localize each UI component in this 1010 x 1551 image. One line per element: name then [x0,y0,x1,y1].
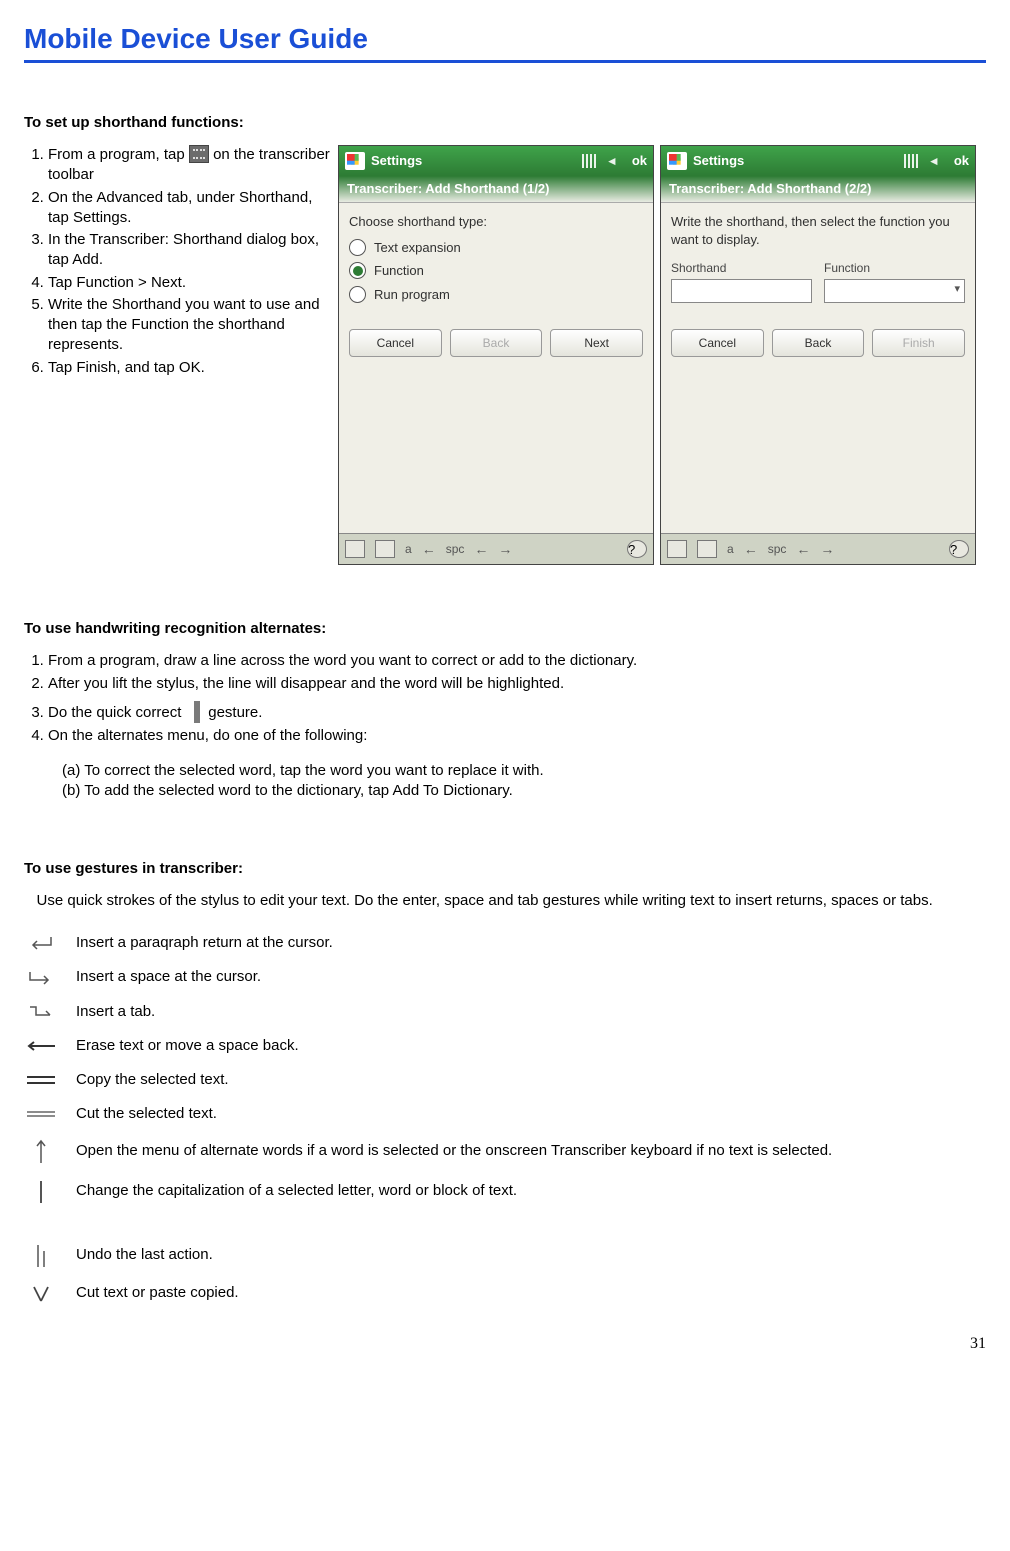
input-toolbar: a ← spc ← → ? [339,533,653,564]
section2-steps-cont: Do the quick correct gesture. On the alt… [24,702,986,746]
shorthand-input[interactable] [671,279,812,303]
back-button[interactable]: Back [772,329,865,357]
enter-gesture-icon [24,935,58,951]
start-icon[interactable] [667,152,687,170]
gesture-desc: Copy the selected text. [76,1070,229,1090]
gesture-desc: Open the menu of alternate words if a wo… [76,1141,832,1161]
toolbar-a[interactable]: a [405,541,412,557]
back-button: Back [450,329,543,357]
input-toolbar: a ← spc ← → ? [661,533,975,564]
page-title: Mobile Device User Guide [24,20,986,63]
radio-run-program[interactable]: Run program [349,286,643,304]
gesture-desc: Insert a paraqraph return at the cursor. [76,933,333,953]
keyboard-icon [189,145,209,163]
gesture-desc: Cut text or paste copied. [76,1283,239,1303]
radio-icon [349,286,366,303]
list-item: On the Advanced tab, under Shorthand, ta… [48,188,330,229]
ok-button[interactable]: ok [954,152,969,170]
gesture-desc: Cut the selected text. [76,1104,217,1124]
toolbar-a[interactable]: a [727,541,734,557]
volume-icon [604,154,620,168]
list-item: Tap Finish, and tap OK. [48,358,330,378]
arrow-right-icon[interactable]: → [820,540,834,559]
list-item: On the alternates menu, do one of the fo… [48,726,986,746]
help-icon[interactable]: ? [949,540,969,558]
section2-sublist: (a) To correct the selected word, tap th… [24,761,986,802]
screenshot-add-shorthand-2: Settings ok Transcriber: Add Shorthand (… [660,145,976,565]
gesture-desc: Erase text or move a space back. [76,1036,299,1056]
toolbar-spc[interactable]: spc [768,541,787,557]
tab-gesture-icon [24,1004,58,1020]
finish-button: Finish [872,329,965,357]
titlebar: Settings ok [339,146,653,176]
radio-icon [349,262,366,279]
arrow-right-icon[interactable]: → [498,540,512,559]
radio-icon [349,239,366,256]
shorthand-label: Shorthand [671,260,812,276]
list-item: Tap Function > Next. [48,273,330,293]
radio-text-expansion[interactable]: Text expansion [349,239,643,257]
alternates-gesture-icon [24,1139,58,1165]
cancel-button[interactable]: Cancel [349,329,442,357]
radio-label: Function [374,262,424,280]
ok-button[interactable]: ok [632,152,647,170]
paste-gesture-icon [24,1283,58,1303]
arrow-left-icon[interactable]: ← [474,540,488,559]
section1-heading: To set up shorthand functions: [24,113,986,133]
arrow-left-icon[interactable]: ← [744,540,758,559]
toolbar-spc[interactable]: spc [446,541,465,557]
list-item: From a program, draw a line across the w… [48,651,986,671]
toolbar-icon[interactable] [667,540,687,558]
toolbar-icon[interactable] [375,540,395,558]
section1-steps: From a program, tap on the transcriber t… [24,145,330,378]
list-item: Do the quick correct gesture. [48,702,986,724]
prompt-text: Choose shorthand type: [349,213,643,231]
copy-gesture-icon [24,1073,58,1087]
function-select[interactable] [824,279,965,303]
quick-correct-gesture-icon [194,701,200,723]
volume-icon [926,154,942,168]
list-item: After you lift the stylus, the line will… [48,674,986,694]
help-icon[interactable]: ? [627,540,647,558]
arrow-left-icon[interactable]: ← [796,540,810,559]
arrow-left-icon[interactable]: ← [422,540,436,559]
section2-heading: To use handwriting recognition alternate… [24,619,986,639]
list-item: Write the Shorthand you want to use and … [48,295,330,356]
radio-label: Text expansion [374,239,461,257]
space-gesture-icon [24,969,58,985]
case-gesture-icon [24,1179,58,1205]
list-item: (b) To add the selected word to the dict… [62,781,986,801]
dialog-subtitle: Transcriber: Add Shorthand (1/2) [339,176,653,203]
toolbar-icon[interactable] [697,540,717,558]
section3-intro: Use quick strokes of the stylus to edit … [24,891,986,911]
backspace-gesture-icon [24,1040,58,1052]
page-number: 31 [24,1333,986,1355]
radio-function[interactable]: Function [349,262,643,280]
screenshot-add-shorthand-1: Settings ok Transcriber: Add Shorthand (… [338,145,654,565]
dialog-subtitle: Transcriber: Add Shorthand (2/2) [661,176,975,203]
prompt-text: Write the shorthand, then select the fun… [671,213,965,248]
list-item: (a) To correct the selected word, tap th… [62,761,986,781]
start-icon[interactable] [345,152,365,170]
gesture-desc: Undo the last action. [76,1245,213,1265]
section3-heading: To use gestures in transcriber: [24,859,986,879]
next-button[interactable]: Next [550,329,643,357]
list-item: From a program, tap on the transcriber t… [48,145,330,186]
signal-icon [904,154,920,168]
function-label: Function [824,260,965,276]
gesture-desc: Insert a tab. [76,1002,155,1022]
section2-steps: From a program, draw a line across the w… [24,651,986,694]
titlebar-text: Settings [371,152,422,170]
gesture-desc: Insert a space at the cursor. [76,967,261,987]
titlebar-text: Settings [693,152,744,170]
list-item: In the Transcriber: Shorthand dialog box… [48,230,330,271]
undo-gesture-icon [24,1243,58,1269]
toolbar-icon[interactable] [345,540,365,558]
cancel-button[interactable]: Cancel [671,329,764,357]
gesture-desc: Change the capitalization of a selected … [76,1181,517,1201]
titlebar: Settings ok [661,146,975,176]
radio-label: Run program [374,286,450,304]
signal-icon [582,154,598,168]
cut-gesture-icon [24,1108,58,1120]
